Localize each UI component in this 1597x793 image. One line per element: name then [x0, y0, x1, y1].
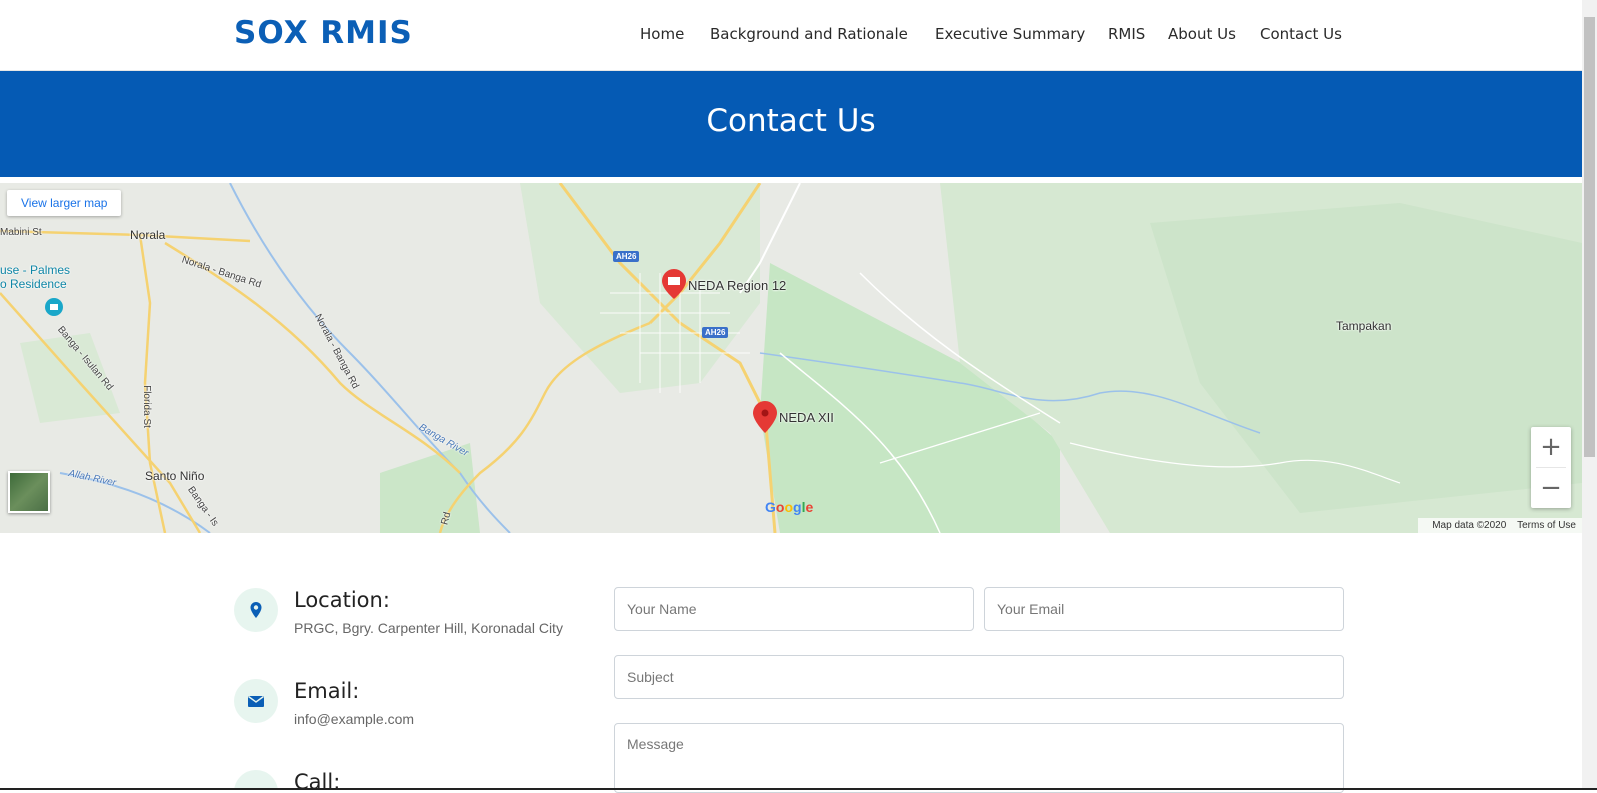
map-data-text: Map data ©2020 [1432, 520, 1507, 531]
map-label-santo-nino: Santo Niño [145, 469, 205, 483]
page-title: Contact Us [706, 103, 876, 139]
map-road-mabini: Mabini St [0, 227, 42, 238]
zoom-controls: + − [1531, 427, 1571, 508]
location-icon [234, 588, 278, 632]
phone-icon [234, 770, 278, 790]
scrollbar-thumb[interactable] [1584, 17, 1595, 457]
map-label-palmes: use - Palmes [0, 263, 71, 277]
envelope-icon [234, 679, 278, 723]
google-logo[interactable]: Google [765, 499, 813, 515]
map-label-norala: Norala [130, 228, 166, 242]
location-title: Location: [294, 588, 390, 612]
map-label-residence: o Residence [0, 277, 67, 291]
nav-executive-summary[interactable]: Executive Summary [935, 25, 1085, 43]
map-shield-ah26-1: AH26 [613, 251, 640, 262]
map-road-florida: Florida St [140, 385, 152, 428]
map-label-neda-xii[interactable]: NEDA XII [779, 410, 834, 425]
page-banner: Contact Us [0, 71, 1582, 177]
email-text[interactable]: info@example.com [294, 711, 414, 727]
contact-location: Location: PRGC, Bgry. Carpenter Hill, Ko… [234, 588, 574, 648]
map-shield-ah26-2: AH26 [702, 327, 729, 338]
contact-email: Email: info@example.com [234, 679, 574, 739]
email-title: Email: [294, 679, 360, 703]
camera-poi-marker [45, 298, 63, 316]
call-title: Call: [294, 770, 341, 790]
location-text: PRGC, Bgry. Carpenter Hill, Koronadal Ci… [294, 620, 563, 636]
page-scrollbar[interactable] [1582, 0, 1597, 790]
map-attribution: Map data ©2020 Terms of Use [1418, 518, 1582, 533]
satellite-toggle-thumbnail[interactable] [8, 471, 50, 513]
view-larger-map-button[interactable]: View larger map [7, 190, 122, 216]
embedded-map[interactable]: View larger map NEDA Region 12 NEDA XII … [0, 183, 1582, 533]
map-canvas [0, 183, 1582, 533]
nav-rmis[interactable]: RMIS [1108, 25, 1145, 43]
message-placeholder: Message [627, 736, 684, 752]
email-input[interactable]: Your Email [984, 587, 1344, 631]
subject-placeholder: Subject [627, 669, 674, 685]
map-label-neda-region-12[interactable]: NEDA Region 12 [688, 278, 786, 293]
name-placeholder: Your Name [627, 601, 697, 617]
nav-about-us[interactable]: About Us [1168, 25, 1236, 43]
zoom-in-button[interactable]: + [1531, 427, 1571, 467]
email-placeholder: Your Email [997, 601, 1065, 617]
name-input[interactable]: Your Name [614, 587, 974, 631]
main-nav: Home Background and Rationale Executive … [0, 25, 1582, 45]
nav-home[interactable]: Home [640, 25, 684, 43]
zoom-out-button[interactable]: − [1531, 468, 1571, 508]
navbar: SOX RMIS Home Background and Rationale E… [0, 0, 1582, 71]
subject-input[interactable]: Subject [614, 655, 1344, 699]
terms-of-use-link[interactable]: Terms of Use [1517, 520, 1576, 531]
message-textarea[interactable]: Message [614, 723, 1344, 793]
nav-contact-us[interactable]: Contact Us [1260, 25, 1342, 43]
map-label-tampakan: Tampakan [1336, 319, 1392, 333]
contact-call: Call: [234, 770, 574, 790]
nav-background-rationale[interactable]: Background and Rationale [710, 25, 908, 43]
